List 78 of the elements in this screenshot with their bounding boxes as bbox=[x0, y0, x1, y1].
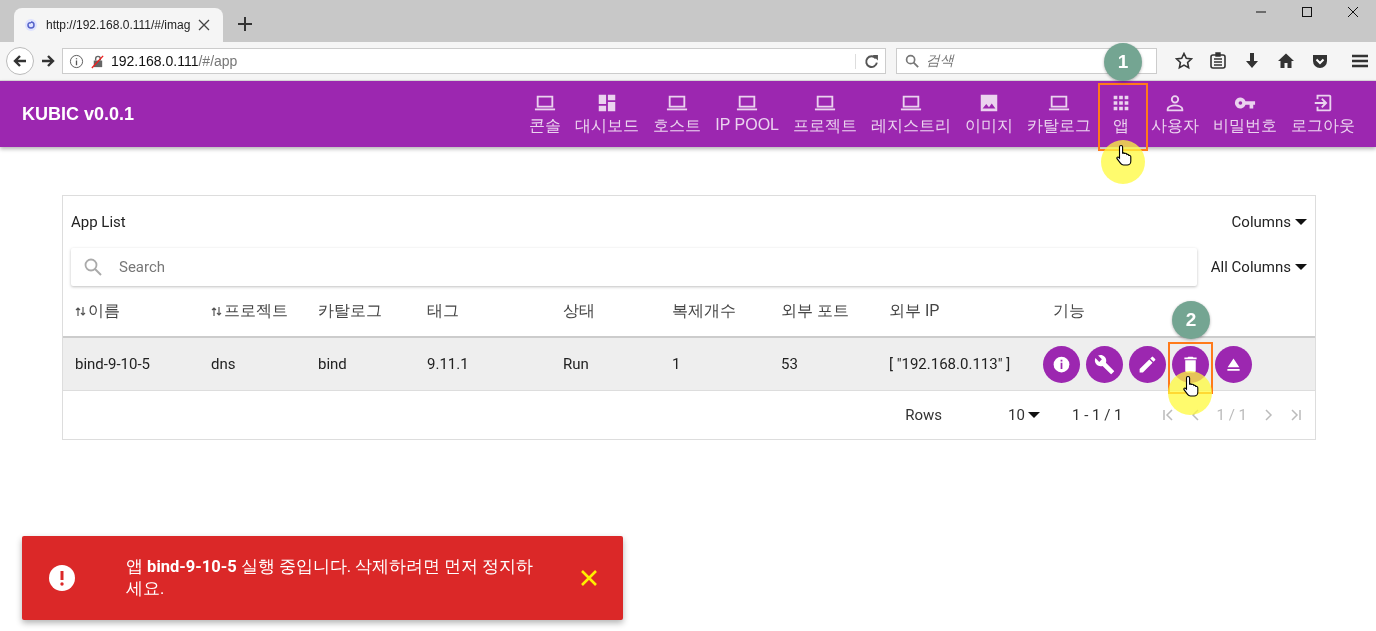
column-header: 태그 bbox=[427, 300, 459, 322]
eject-button[interactable] bbox=[1215, 345, 1252, 383]
click-highlight bbox=[1101, 139, 1145, 184]
home-icon[interactable] bbox=[1277, 52, 1295, 70]
clipboard-list-icon[interactable] bbox=[1209, 52, 1227, 70]
pocket-icon[interactable] bbox=[1311, 52, 1329, 70]
app-title: KUBIC v0.0.1 bbox=[22, 103, 136, 125]
page-indicator: 1 / 1 bbox=[1216, 406, 1247, 424]
browser-tab[interactable]: http://192.168.0.111/#/imag bbox=[14, 8, 223, 42]
wrench-button[interactable] bbox=[1086, 345, 1123, 383]
column-header: 기능 bbox=[1053, 300, 1085, 322]
nav-item[interactable]: 레지스트리 bbox=[864, 91, 958, 137]
nav-item[interactable]: 사용자 bbox=[1144, 91, 1206, 137]
nav-item[interactable]: 비밀번호 bbox=[1206, 91, 1284, 137]
page-range: 1 - 1 / 1 bbox=[1072, 406, 1123, 424]
close-tab-icon[interactable] bbox=[198, 19, 211, 31]
card-title: App List bbox=[71, 213, 126, 231]
search-field[interactable]: Search bbox=[71, 248, 1197, 286]
column-header: 외부 IP bbox=[889, 300, 940, 322]
table-cell-text: 9.11.1 bbox=[426, 355, 470, 373]
column-header: 복제개수 bbox=[672, 300, 736, 322]
reload-icon[interactable] bbox=[855, 53, 879, 69]
search-placeholder: Search bbox=[119, 258, 166, 276]
nav-item[interactable]: 앱 bbox=[1098, 91, 1144, 137]
nav-item[interactable]: 로그아웃 bbox=[1284, 91, 1362, 137]
step-number-badge: 2 bbox=[1172, 300, 1210, 339]
sortable-column-header[interactable]: 이름 bbox=[75, 300, 120, 322]
star-icon[interactable] bbox=[1175, 52, 1193, 70]
rows-per-page-select[interactable]: 10 bbox=[1008, 406, 1040, 424]
back-button[interactable] bbox=[6, 47, 34, 75]
wrench-icon bbox=[1094, 353, 1115, 375]
info-icon[interactable] bbox=[69, 53, 84, 69]
table-cell-text: [ "192.168.0.113" ] bbox=[888, 355, 1012, 373]
error-icon bbox=[48, 564, 76, 592]
table-cell-text: 53 bbox=[780, 355, 799, 373]
info-button[interactable] bbox=[1043, 345, 1080, 383]
nav-item[interactable]: 콘솔 bbox=[522, 91, 569, 137]
address-bar[interactable]: 192.168.0.111/#/app bbox=[62, 48, 886, 74]
sortable-column-header[interactable]: 프로젝트 bbox=[211, 300, 288, 322]
close-icon[interactable] bbox=[579, 568, 599, 588]
search-icon bbox=[905, 53, 920, 69]
caret-icon bbox=[1295, 218, 1307, 226]
table-cell-text: Run bbox=[562, 355, 590, 373]
search-placeholder: 검색 bbox=[926, 52, 954, 70]
search-icon bbox=[83, 257, 103, 277]
spiral-favicon-icon bbox=[24, 18, 38, 32]
tab-title: http://192.168.0.111/#/imag bbox=[46, 18, 191, 32]
edit-button[interactable] bbox=[1129, 345, 1166, 383]
sort-arrows-icon bbox=[75, 305, 86, 317]
table-cell-text: bind-9-10-5 bbox=[74, 355, 151, 373]
forward-icon[interactable] bbox=[40, 53, 56, 69]
new-tab-icon[interactable] bbox=[237, 16, 253, 32]
table-cell-text: 1 bbox=[671, 355, 682, 373]
table-cell-text: dns bbox=[210, 355, 237, 373]
hand-cursor-icon bbox=[1182, 374, 1200, 397]
error-message: 앱 bind-9-10-5 실행 중입니다. 삭제하려면 먼저 정지하세요. bbox=[126, 556, 535, 600]
table-cell-text: bind bbox=[317, 355, 348, 373]
url-text: 192.168.0.111/#/app bbox=[111, 53, 238, 69]
column-header: 카탈로그 bbox=[318, 300, 382, 322]
nav-item[interactable]: IP POOL bbox=[708, 91, 786, 134]
menu-icon[interactable] bbox=[1351, 52, 1369, 70]
caret-icon bbox=[1028, 411, 1040, 419]
rows-label: Rows bbox=[905, 406, 943, 424]
caret-icon bbox=[1295, 263, 1307, 271]
nav-item[interactable]: 호스트 bbox=[646, 91, 709, 137]
insecure-lock-icon[interactable] bbox=[90, 53, 105, 69]
back-arrow-icon bbox=[12, 53, 28, 69]
download-icon[interactable] bbox=[1243, 52, 1261, 70]
column-header: 상태 bbox=[563, 300, 595, 322]
sort-arrows-icon bbox=[211, 305, 222, 317]
column-header: 외부 포트 bbox=[781, 300, 849, 322]
nav-item[interactable]: 대시보드 bbox=[568, 91, 647, 137]
hand-cursor-icon bbox=[1115, 143, 1133, 166]
nav-item[interactable]: 프로젝트 bbox=[786, 91, 864, 137]
filter-column-menu[interactable]: All Columns bbox=[1210, 258, 1307, 276]
columns-menu[interactable]: Columns bbox=[1231, 213, 1307, 231]
nav-item[interactable]: 카탈로그 bbox=[1020, 91, 1098, 137]
nav-item[interactable]: 이미지 bbox=[958, 91, 1020, 137]
